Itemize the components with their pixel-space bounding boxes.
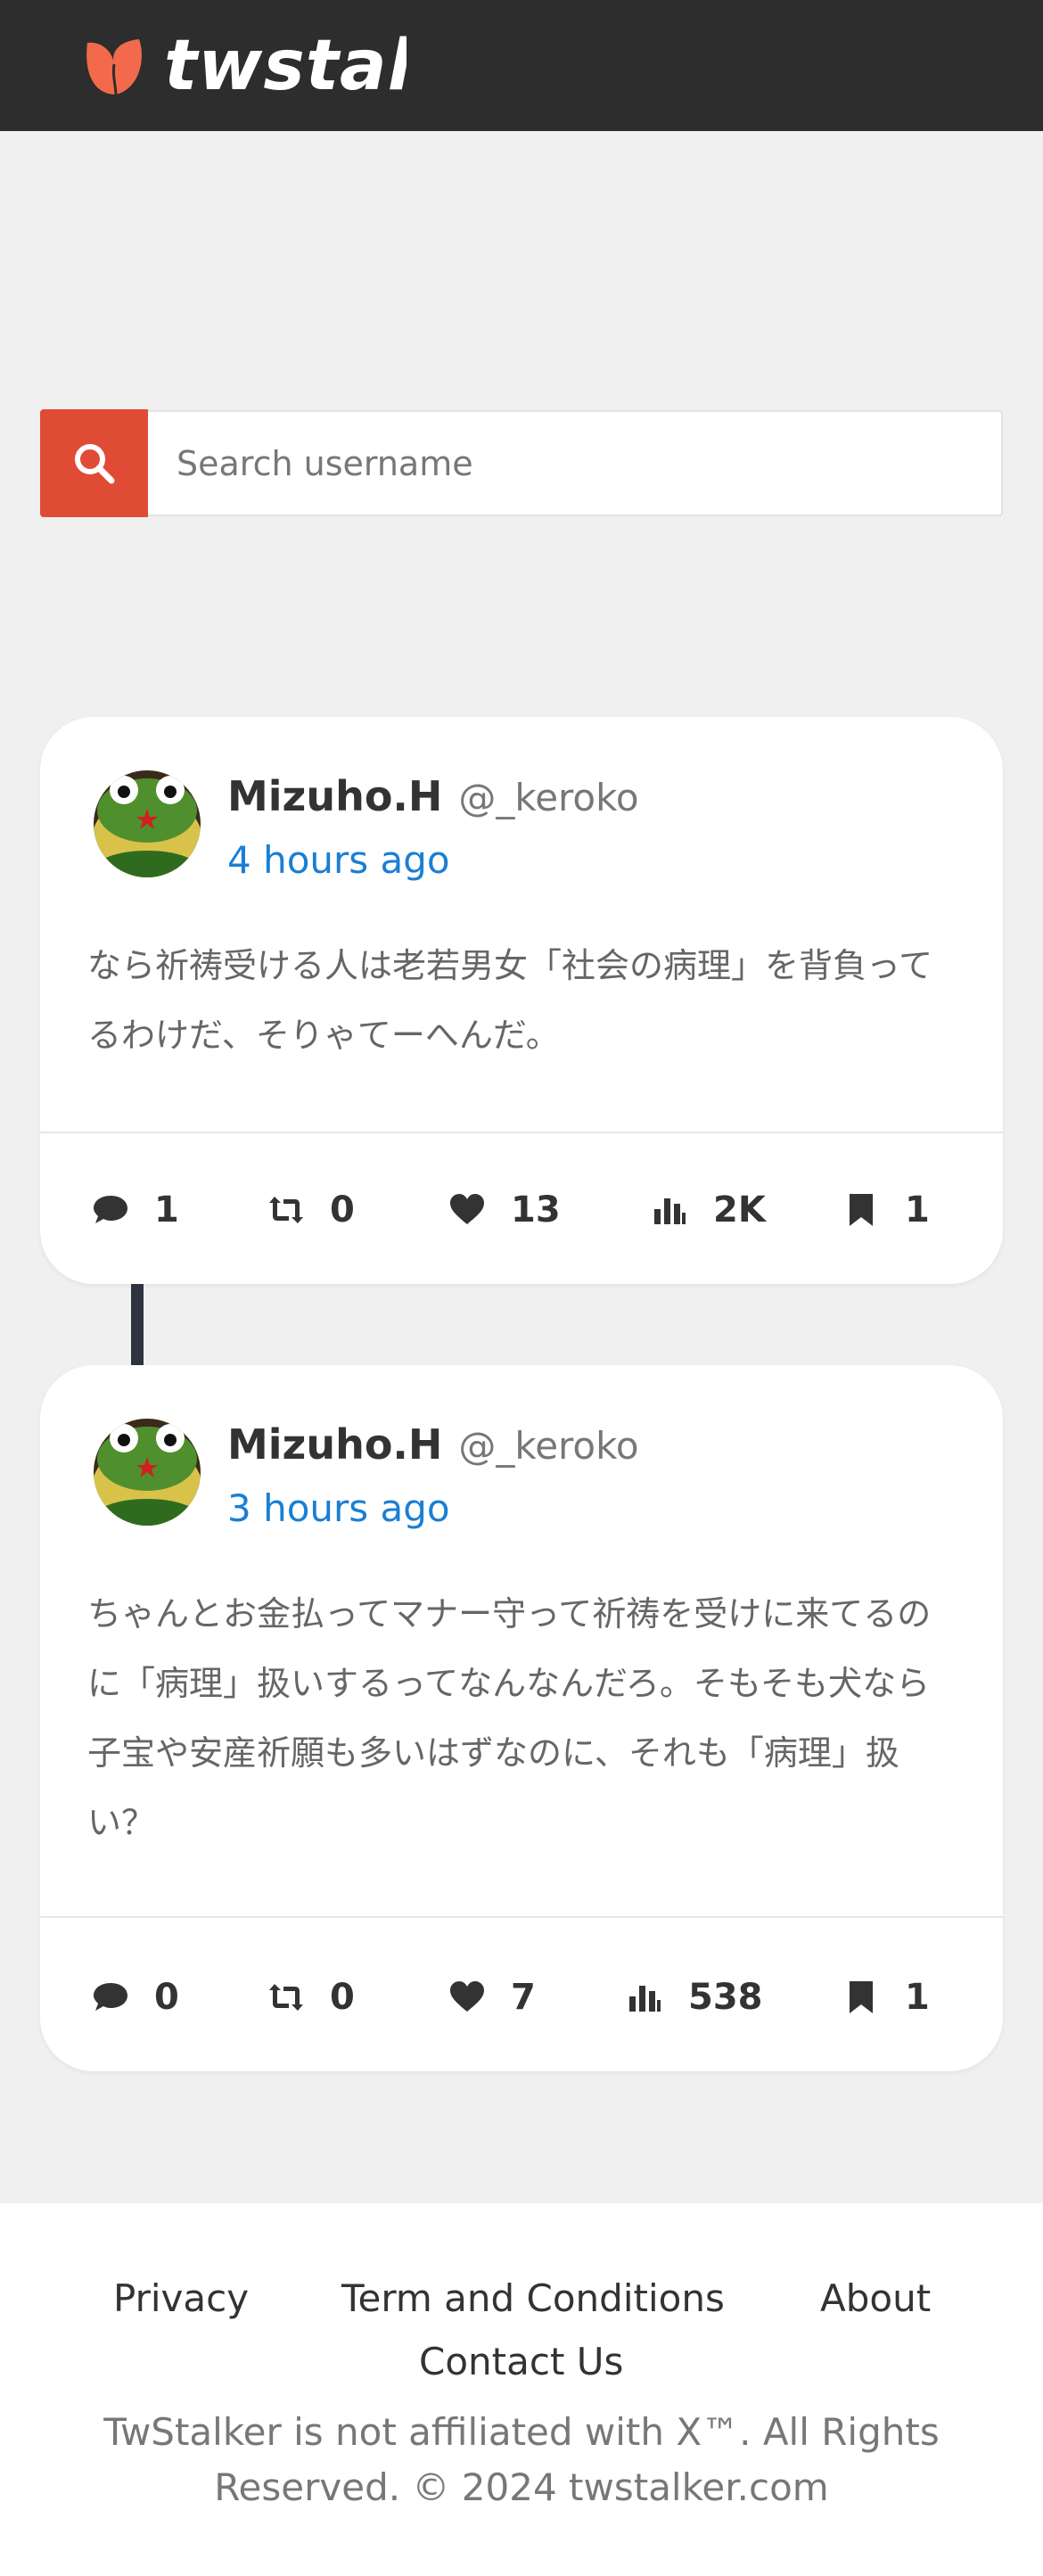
avatar[interactable] <box>94 1419 201 1526</box>
retweet-action[interactable]: 0 <box>267 1189 355 1230</box>
avatar-image <box>94 1419 201 1526</box>
comment-icon <box>94 1983 127 2011</box>
post-time[interactable]: 4 hours ago <box>227 838 450 882</box>
logo-text: twstalker <box>164 30 407 102</box>
reply-action[interactable]: 0 <box>92 1977 179 2018</box>
post-text: ちゃんとお金払ってマナー守って祈祷を受けに来てるのに「病理」扱いするってなんなん… <box>87 1594 932 1842</box>
post-author: Mizuho.H @_keroko <box>227 1420 639 1469</box>
logo-icon <box>86 39 142 95</box>
search-icon <box>74 443 114 483</box>
bookmark-action[interactable]: 1 <box>842 1977 930 2018</box>
reply-count: 1 <box>154 1189 179 1230</box>
bookmark-icon <box>850 1981 873 2013</box>
retweet-count: 0 <box>330 1189 355 1230</box>
copyright-line-2: Reserved. © 2024 twstalker.com <box>214 2465 829 2509</box>
like-count: 13 <box>511 1189 561 1230</box>
post-author: Mizuho.H @_keroko <box>227 772 639 820</box>
search-input[interactable] <box>148 410 1003 516</box>
search-bar <box>40 409 1003 517</box>
author-name[interactable]: Mizuho.H <box>227 772 442 820</box>
retweet-icon <box>269 1197 303 1223</box>
footer: Privacy Term and Conditions About Contac… <box>0 2203 1043 2576</box>
comment-icon <box>94 1196 127 1223</box>
top-header: twstalker <box>0 0 1043 131</box>
retweet-count: 0 <box>330 1977 355 2018</box>
post-actions: 0 0 7 538 1 <box>40 1957 1003 2037</box>
privacy-link[interactable]: Privacy <box>113 2276 249 2320</box>
like-action[interactable]: 7 <box>448 1977 536 2018</box>
post-time[interactable]: 3 hours ago <box>227 1486 450 1530</box>
views-count: 2K <box>713 1189 766 1230</box>
terms-link[interactable]: Term and Conditions <box>341 2276 725 2320</box>
avatar-image <box>94 770 201 877</box>
retweet-icon <box>269 1984 303 2011</box>
bookmark-icon <box>850 1194 873 1226</box>
thread-connector <box>131 1284 144 1365</box>
heart-icon <box>450 1981 484 2012</box>
avatar[interactable] <box>94 770 201 877</box>
author-name[interactable]: Mizuho.H <box>227 1420 442 1469</box>
author-handle[interactable]: @_keroko <box>458 776 638 819</box>
about-link[interactable]: About <box>820 2276 931 2320</box>
post-actions: 1 0 13 2K 1 <box>40 1170 1003 1250</box>
views-count: 538 <box>688 1977 763 2018</box>
copyright: TwStalker is not affiliated with X™. All… <box>76 2405 967 2515</box>
divider <box>40 1132 1003 1133</box>
bookmark-count: 1 <box>905 1189 930 1230</box>
contact-link[interactable]: Contact Us <box>419 2340 623 2383</box>
post-text: なら祈祷受ける人は老若男女「社会の病理」を背負ってるわけだ、そりゃてーへんだ。 <box>87 946 933 1055</box>
reply-count: 0 <box>154 1977 179 2018</box>
reply-action[interactable]: 1 <box>92 1189 179 1230</box>
author-handle[interactable]: @_keroko <box>458 1424 638 1468</box>
divider <box>40 1916 1003 1918</box>
copyright-line-1: TwStalker is not affiliated with X™. All… <box>103 2410 940 2454</box>
post-card: Mizuho.H @_keroko 3 hours ago ちゃんとお金払ってマ… <box>40 1365 1003 2071</box>
retweet-action[interactable]: 0 <box>267 1977 355 2018</box>
like-action[interactable]: 13 <box>448 1189 561 1230</box>
bookmark-action[interactable]: 1 <box>842 1189 930 1230</box>
views-action[interactable]: 2K <box>651 1189 766 1230</box>
views-icon <box>654 1198 686 1224</box>
views-icon <box>629 1986 661 2012</box>
post-card: Mizuho.H @_keroko 4 hours ago なら祈祷受ける人は老… <box>40 717 1003 1284</box>
bookmark-count: 1 <box>905 1977 930 2018</box>
views-action[interactable]: 538 <box>626 1977 763 2018</box>
like-count: 7 <box>511 1977 536 2018</box>
heart-icon <box>450 1194 484 1224</box>
search-button[interactable] <box>40 409 148 517</box>
site-logo[interactable]: twstalker <box>80 30 407 102</box>
